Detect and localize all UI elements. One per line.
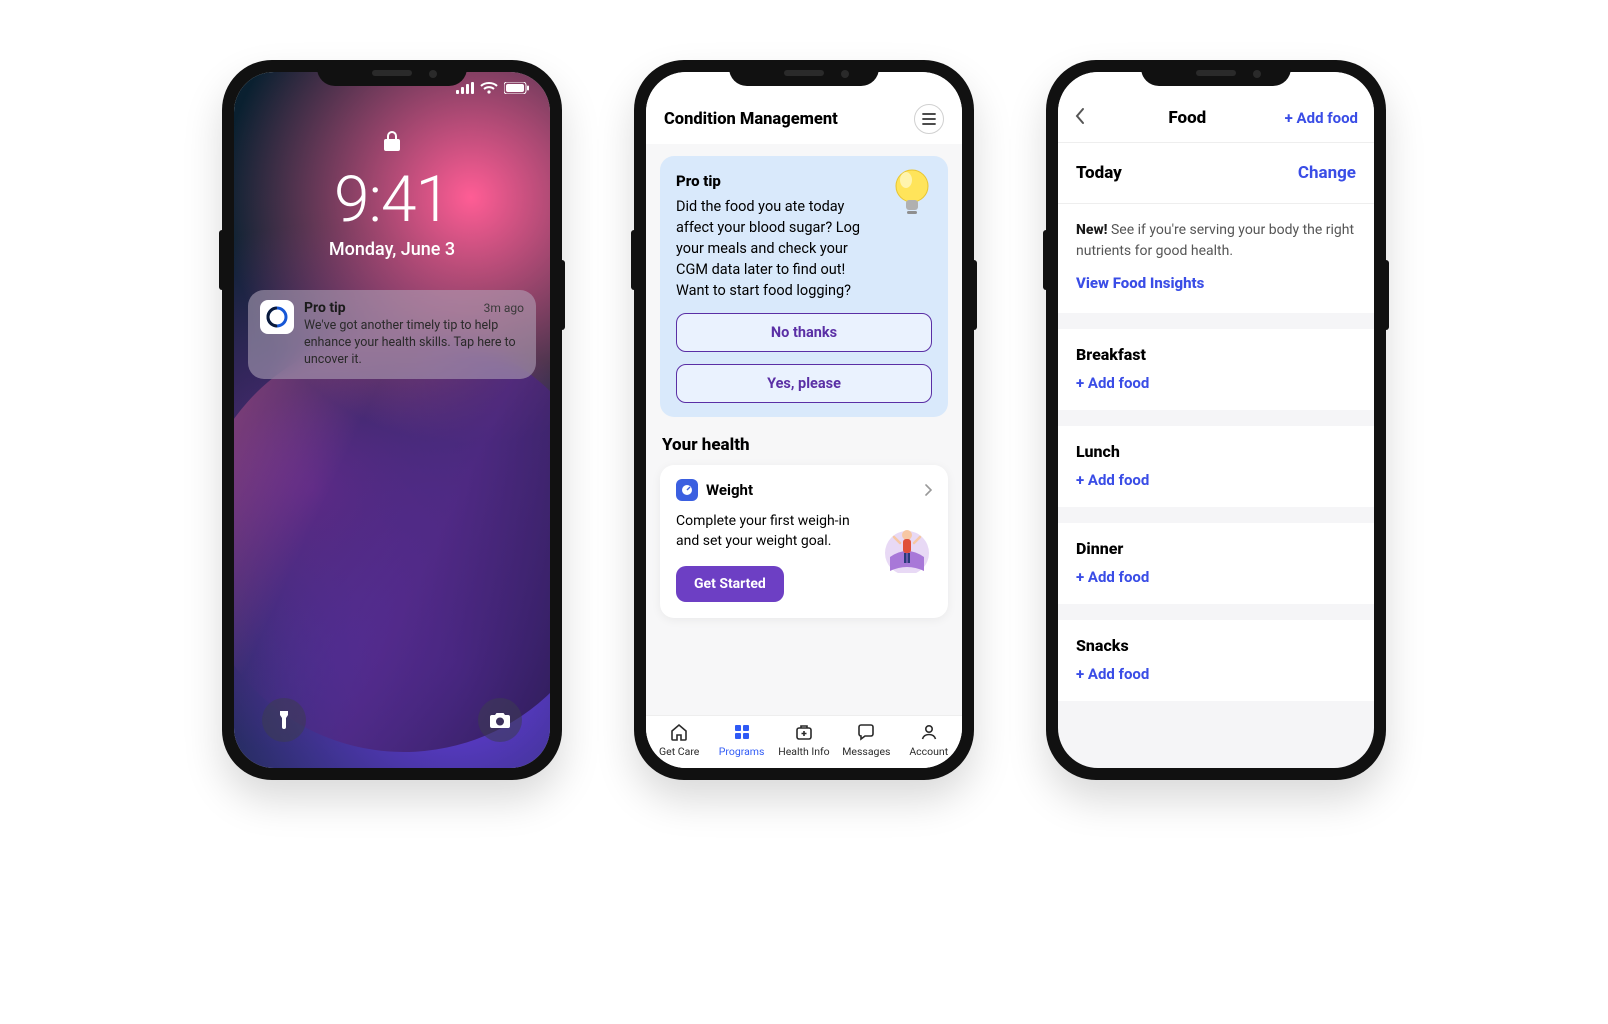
notification-body: We've got another timely tip to help enh… [304, 318, 524, 369]
tab-programs[interactable]: Programs [712, 722, 772, 758]
tab-get-care[interactable]: Get Care [649, 722, 709, 758]
cellular-signal-icon [456, 82, 474, 94]
meal-section-snacks: Snacks + Add food [1058, 620, 1374, 701]
tab-health-info[interactable]: Health Info [774, 722, 834, 758]
home-icon [669, 722, 689, 742]
phone-mock-lockscreen: 9:41 Monday, June 3 Pro tip 3m ago We've… [222, 60, 562, 780]
lock-icon [383, 130, 401, 156]
banner-text: See if you're serving your body the righ… [1076, 222, 1354, 259]
change-date-button[interactable]: Change [1298, 163, 1356, 183]
meal-name: Lunch [1076, 442, 1356, 461]
your-health-heading: Your health [662, 435, 946, 455]
add-food-button[interactable]: + Add food [1076, 374, 1356, 392]
weight-label: Weight [706, 481, 916, 499]
notch [317, 60, 467, 86]
yes-please-button[interactable]: Yes, please [676, 364, 932, 403]
add-food-button[interactable]: + Add food [1076, 471, 1356, 489]
notification-title: Pro tip [304, 300, 346, 316]
menu-button[interactable] [914, 104, 944, 134]
meal-name: Snacks [1076, 636, 1356, 655]
notch [729, 60, 879, 86]
lock-time: 9:41 [234, 162, 550, 237]
notch [1141, 60, 1291, 86]
camera-icon [489, 711, 511, 729]
meal-section-lunch: Lunch + Add food [1058, 426, 1374, 507]
hamburger-icon [922, 113, 936, 125]
today-label: Today [1076, 163, 1122, 183]
battery-icon [504, 82, 530, 94]
camera-button[interactable] [478, 698, 522, 742]
status-bar [456, 82, 530, 94]
protip-card: Pro tip Did the food you ate today affec… [660, 156, 948, 417]
phone-mock-condition-management: Condition Management Pro tip Did the foo… [634, 60, 974, 780]
add-food-top-button[interactable]: + Add food [1285, 109, 1358, 127]
meal-name: Breakfast [1076, 345, 1356, 364]
meal-name: Dinner [1076, 539, 1356, 558]
banner-new-badge: New! [1076, 222, 1108, 238]
tab-label: Health Info [778, 745, 829, 758]
tab-messages[interactable]: Messages [836, 722, 896, 758]
lightbulb-icon [886, 166, 938, 218]
flashlight-button[interactable] [262, 698, 306, 742]
insights-banner: New! See if you're serving your body the… [1058, 204, 1374, 313]
page-title: Condition Management [664, 110, 838, 129]
tab-label: Get Care [659, 745, 699, 758]
meal-section-breakfast: Breakfast + Add food [1058, 329, 1374, 410]
chevron-left-icon [1074, 107, 1086, 125]
grid-icon [732, 722, 752, 742]
tab-label: Account [909, 745, 948, 758]
notification-card[interactable]: Pro tip 3m ago We've got another timely … [248, 290, 536, 379]
flashlight-icon [275, 709, 293, 731]
chevron-right-icon [924, 481, 932, 500]
lock-date: Monday, June 3 [234, 239, 550, 260]
bottom-tab-bar: Get Care Programs Health Info Messages A… [646, 715, 962, 768]
weight-card[interactable]: Weight Complete your first weigh-in and … [660, 465, 948, 618]
wifi-icon [480, 82, 498, 94]
meal-section-dinner: Dinner + Add food [1058, 523, 1374, 604]
get-started-button[interactable]: Get Started [676, 566, 784, 602]
page-title: Food [1090, 108, 1285, 128]
scale-icon [676, 479, 698, 501]
notification-app-icon [260, 300, 294, 334]
person-illustration [882, 523, 932, 573]
lockscreen: 9:41 Monday, June 3 Pro tip 3m ago We've… [234, 72, 550, 768]
phone-mock-food: Food + Add food Today Change New! See if… [1046, 60, 1386, 780]
user-icon [919, 722, 939, 742]
tab-label: Programs [719, 745, 765, 758]
date-row: Today Change [1058, 143, 1374, 204]
weight-body: Complete your first weigh-in and set you… [676, 511, 871, 552]
add-food-button[interactable]: + Add food [1076, 665, 1356, 683]
medkit-icon [794, 722, 814, 742]
notification-timeago: 3m ago [484, 301, 524, 315]
tab-account[interactable]: Account [899, 722, 959, 758]
no-thanks-button[interactable]: No thanks [676, 313, 932, 352]
tab-label: Messages [842, 745, 890, 758]
protip-body: Did the food you ate today affect your b… [676, 196, 876, 301]
chat-icon [856, 722, 876, 742]
add-food-button[interactable]: + Add food [1076, 568, 1356, 586]
view-food-insights-link[interactable]: View Food Insights [1076, 272, 1356, 295]
